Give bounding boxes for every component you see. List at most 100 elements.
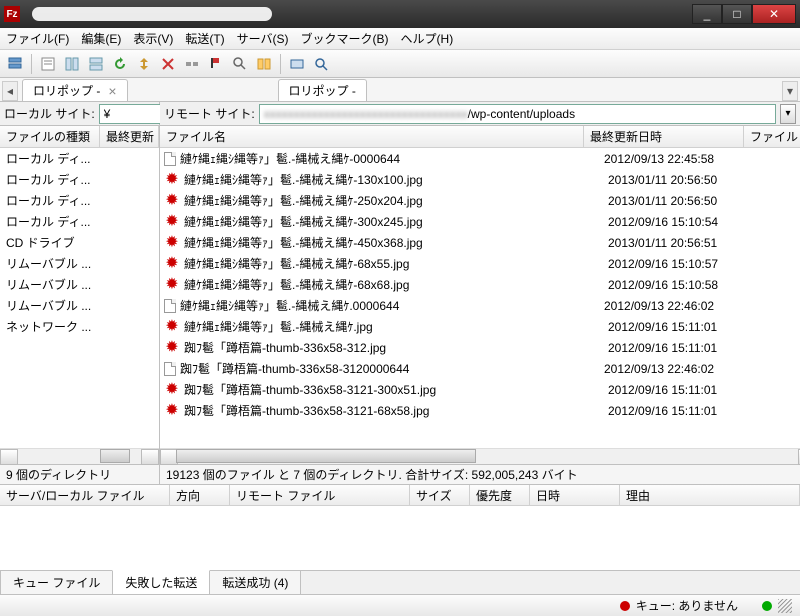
local-status: 9 個のディレクトリ (0, 464, 160, 484)
remote-path-input[interactable]: xxxxxxxxxxxxxxxxxxxxxxxxxxxxxxxxxx/wp-co… (259, 104, 776, 124)
file-row[interactable]: ✹縺ｹ縄ｪ縄ｼ縄等ｧ」髱.‐縄械え縄ｹ-130x100.jpg2013/01/1… (160, 169, 800, 190)
resize-grip[interactable] (778, 599, 792, 613)
maximize-button[interactable]: □ (722, 4, 752, 24)
file-size: 2 (768, 299, 800, 313)
col-server-file[interactable]: サーバ/ローカル ファイル (0, 485, 170, 505)
file-row[interactable]: ✹踟ﾌ髱「蹲梧篇-thumb-336x58-3121-68x58.jpg2012… (160, 400, 800, 421)
list-item[interactable]: リムーバブル ... (0, 253, 159, 274)
connection-tab-2[interactable]: ロリポップ - (278, 79, 367, 101)
document-icon (164, 362, 176, 376)
file-row[interactable]: 縺ｹ縄ｪ縄ｼ縄等ｧ」髱.‐縄械え縄ｹ.00006442012/09/13 22:… (160, 295, 800, 316)
file-row[interactable]: ✹踟ﾌ髱「蹲梧篇-thumb-336x58-312.jpg2012/09/16 … (160, 337, 800, 358)
sync-browse-icon[interactable] (286, 53, 308, 75)
list-item[interactable]: ネットワーク ... (0, 316, 159, 337)
disconnect-icon[interactable] (181, 53, 203, 75)
col-filesize[interactable]: ファイル (744, 126, 800, 147)
document-icon (164, 152, 176, 166)
toggle-log-icon[interactable] (37, 53, 59, 75)
toggle-tree-icon[interactable] (61, 53, 83, 75)
image-icon: ✹ (164, 172, 180, 188)
file-date: 2012/09/16 15:10:54 (608, 215, 768, 229)
tab-queued-files[interactable]: キュー ファイル (0, 571, 113, 595)
title-text (32, 7, 272, 21)
col-direction[interactable]: 方向 (170, 485, 230, 505)
col-size[interactable]: サイズ (410, 485, 470, 505)
list-item[interactable]: ローカル ディ... (0, 169, 159, 190)
menu-edit[interactable]: 編集(E) (81, 30, 121, 47)
menu-help[interactable]: ヘルプ(H) (401, 30, 454, 47)
file-row[interactable]: ✹縺ｹ縄ｪ縄ｼ縄等ｧ」髱.‐縄械え縄ｹ-250x204.jpg 2013/01/1… (160, 190, 800, 211)
file-date: 2012/09/16 15:11:01 (608, 383, 768, 397)
local-file-list[interactable]: ローカル ディ...ローカル ディ...ローカル ディ...ローカル ディ...… (0, 148, 159, 448)
col-time[interactable]: 日時 (530, 485, 620, 505)
file-size: 1 (772, 320, 800, 334)
compare-icon[interactable] (253, 53, 275, 75)
col-modified-date[interactable]: 最終更新日時 (584, 126, 744, 147)
connection-tab-1[interactable]: ロリポップ - × (22, 79, 128, 101)
col-filename[interactable]: ファイル名 (160, 126, 584, 147)
minimize-button[interactable]: _ (692, 4, 722, 24)
list-item[interactable]: リムーバブル ... (0, 295, 159, 316)
file-name: 縺ｹ縄ｪ縄ｼ縄等ｧ」髱.‐縄械え縄ｹ.0000644 (180, 297, 600, 314)
file-name: 踟ﾌ髱「蹲梧篇-thumb-336x58-3121-300x51.jpg (184, 381, 604, 398)
file-row[interactable]: ✹縺ｹ縄ｪ縄ｼ縄等ｧ」髱.‐縄械え縄ｹ-68x55.jpg2012/09/16 … (160, 253, 800, 274)
tab-close-icon[interactable]: × (108, 83, 116, 99)
file-row[interactable]: ✹縺ｹ縄ｪ縄ｼ縄等ｧ」髱.‐縄械え縄ｹ-300x245.jpg2012/09/1… (160, 211, 800, 232)
cancel-icon[interactable] (157, 53, 179, 75)
close-button[interactable]: ✕ (752, 4, 796, 24)
queue-list[interactable] (0, 506, 800, 570)
tab-successful-transfers[interactable]: 転送成功 (4) (209, 571, 301, 595)
queue-header: サーバ/ローカル ファイル 方向 リモート ファイル サイズ 優先度 日時 理由 (0, 484, 800, 506)
filter-icon[interactable] (229, 53, 251, 75)
remote-path-dropdown[interactable]: ▾ (780, 104, 796, 124)
file-row[interactable]: ✹踟ﾌ髱「蹲梧篇-thumb-336x58-3121-300x51.jpg201… (160, 379, 800, 400)
col-priority[interactable]: 優先度 (470, 485, 530, 505)
menu-view[interactable]: 表示(V) (133, 30, 173, 47)
file-name: 縺ｹ縄ｪ縄ｼ縄等ｧ」髱.‐縄械え縄ｹ-250x204.jpg (184, 192, 604, 209)
connection-status-icon (762, 601, 772, 611)
col-remote-file[interactable]: リモート ファイル (230, 485, 410, 505)
file-date: 2012/09/13 22:45:58 (604, 152, 764, 166)
file-row[interactable]: ✹縺ｹ縄ｪ縄ｼ縄等ｧ」髱.‐縄械え縄ｹ.jpg2012/09/16 15:11:… (160, 316, 800, 337)
file-date: 2013/01/11 20:56:50 (608, 194, 768, 208)
menu-transfer[interactable]: 転送(T) (185, 30, 224, 47)
col-reason[interactable]: 理由 (620, 485, 800, 505)
menu-server[interactable]: サーバ(S) (237, 30, 289, 47)
process-queue-icon[interactable] (133, 53, 155, 75)
file-row[interactable]: 踟ﾌ髱「蹲梧篇-thumb-336x58-31200006442012/09/1… (160, 358, 800, 379)
menu-file[interactable]: ファイル(F) (6, 30, 69, 47)
file-row[interactable]: ✹縺ｹ縄ｪ縄ｼ縄等ｧ」髱.‐縄械え縄ｹ-68x68.jpg2012/09/16 … (160, 274, 800, 295)
image-icon: ✹ (164, 214, 180, 230)
remote-file-list[interactable]: 縺ｹ縄ｪ縄ｼ縄等ｧ」髱.‐縄械え縄ｹ-00006442012/09/13 22:… (160, 148, 800, 448)
file-size: 1 (772, 194, 800, 208)
image-icon: ✹ (164, 403, 180, 419)
col-filetype[interactable]: ファイルの種類 (0, 126, 100, 147)
search-remote-icon[interactable] (310, 53, 332, 75)
tab-scroll-left[interactable]: ◂ (2, 81, 18, 101)
reconnect-icon[interactable] (205, 53, 227, 75)
list-item[interactable]: リムーバブル ... (0, 274, 159, 295)
remote-site-label: リモート サイト: (164, 105, 255, 122)
file-name: 踟ﾌ髱「蹲梧篇-thumb-336x58-3121-68x58.jpg (184, 402, 604, 419)
menubar: ファイル(F) 編集(E) 表示(V) 転送(T) サーバ(S) ブックマーク(… (0, 28, 800, 50)
list-item[interactable]: ローカル ディ... (0, 190, 159, 211)
list-item[interactable]: ローカル ディ... (0, 211, 159, 232)
tab-dropdown[interactable]: ▾ (782, 81, 798, 101)
list-item[interactable]: CD ドライブ (0, 232, 159, 253)
tab-failed-transfers[interactable]: 失敗した転送 (112, 570, 210, 595)
image-icon: ✹ (164, 256, 180, 272)
file-row[interactable]: ✹縺ｹ縄ｪ縄ｼ縄等ｧ」髱.‐縄械え縄ｹ-450x368.jpg2013/01/1… (160, 232, 800, 253)
file-date: 2012/09/16 15:10:58 (608, 278, 768, 292)
remote-column-header: ファイル名 最終更新日時 ファイル (160, 126, 800, 148)
image-icon: ✹ (164, 193, 180, 209)
sitemanager-icon[interactable] (4, 53, 26, 75)
list-item[interactable]: ローカル ディ... (0, 148, 159, 169)
refresh-icon[interactable] (109, 53, 131, 75)
menu-bookmarks[interactable]: ブックマーク(B) (301, 30, 389, 47)
file-name: 縺ｹ縄ｪ縄ｼ縄等ｧ」髱.‐縄械え縄ｹ.jpg (184, 318, 604, 335)
local-hscrollbar[interactable] (0, 448, 159, 464)
remote-hscrollbar[interactable] (160, 448, 800, 464)
file-row[interactable]: 縺ｹ縄ｪ縄ｼ縄等ｧ」髱.‐縄械え縄ｹ-00006442012/09/13 22:… (160, 148, 800, 169)
col-modified[interactable]: 最終更新 (100, 126, 159, 147)
toggle-queue-icon[interactable] (85, 53, 107, 75)
